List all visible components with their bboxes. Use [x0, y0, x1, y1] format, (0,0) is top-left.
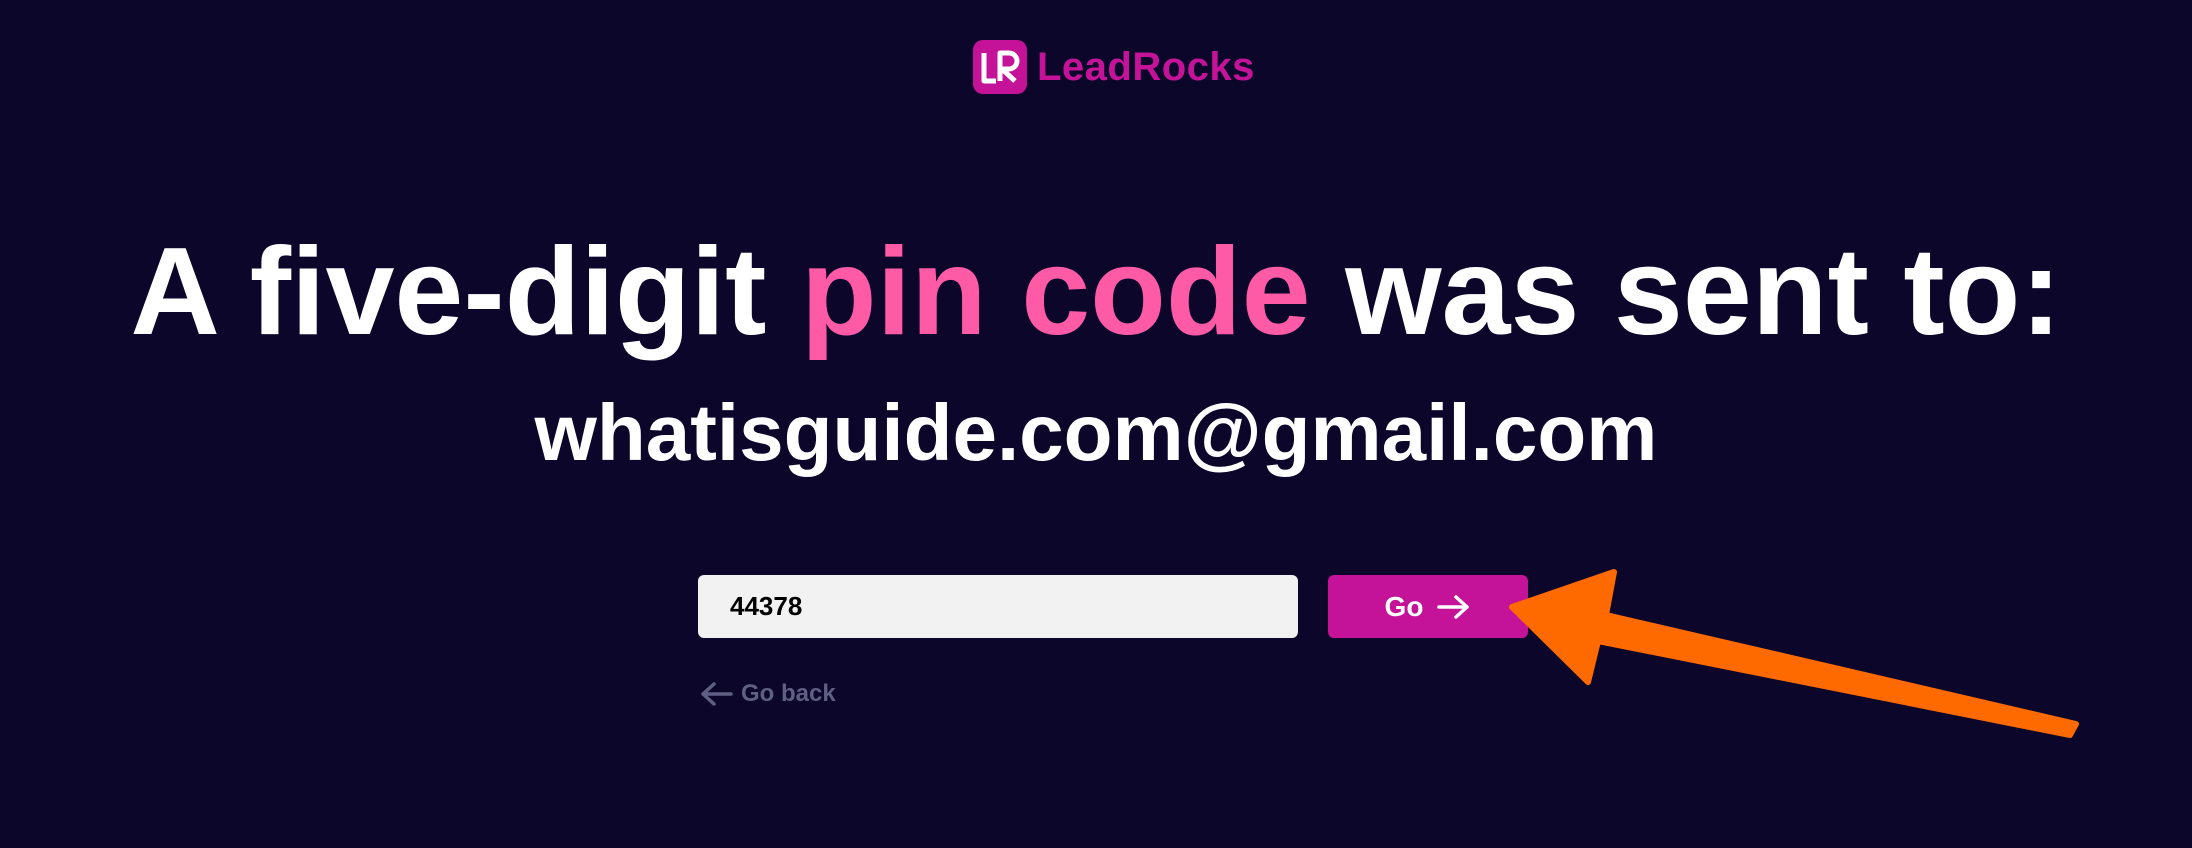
pin-code-input[interactable]: [698, 575, 1298, 638]
pin-verification-page: LeadRocks A five-digit pin code was sent…: [0, 0, 2192, 848]
recipient-email: whatisguide.com@gmail.com: [534, 388, 1658, 477]
arrow-left-icon: [701, 682, 733, 706]
leadrocks-logo-icon: [973, 40, 1027, 94]
headline-suffix: was sent to:: [1310, 223, 2062, 361]
arrow-right-icon: [1437, 594, 1470, 619]
brand-header[interactable]: LeadRocks: [973, 40, 1255, 94]
go-back-label: Go back: [741, 680, 836, 707]
go-back-link[interactable]: Go back: [699, 680, 836, 708]
brand-name: LeadRocks: [1037, 44, 1255, 89]
go-button-label: Go: [1384, 590, 1424, 622]
headline-accent: pin code: [800, 223, 1311, 361]
go-button[interactable]: Go: [1328, 575, 1528, 638]
lr-logo-glyph: [981, 50, 1020, 84]
page-title: A five-digit pin code was sent to:: [0, 222, 2192, 362]
headline-prefix: A five-digit: [130, 223, 801, 361]
